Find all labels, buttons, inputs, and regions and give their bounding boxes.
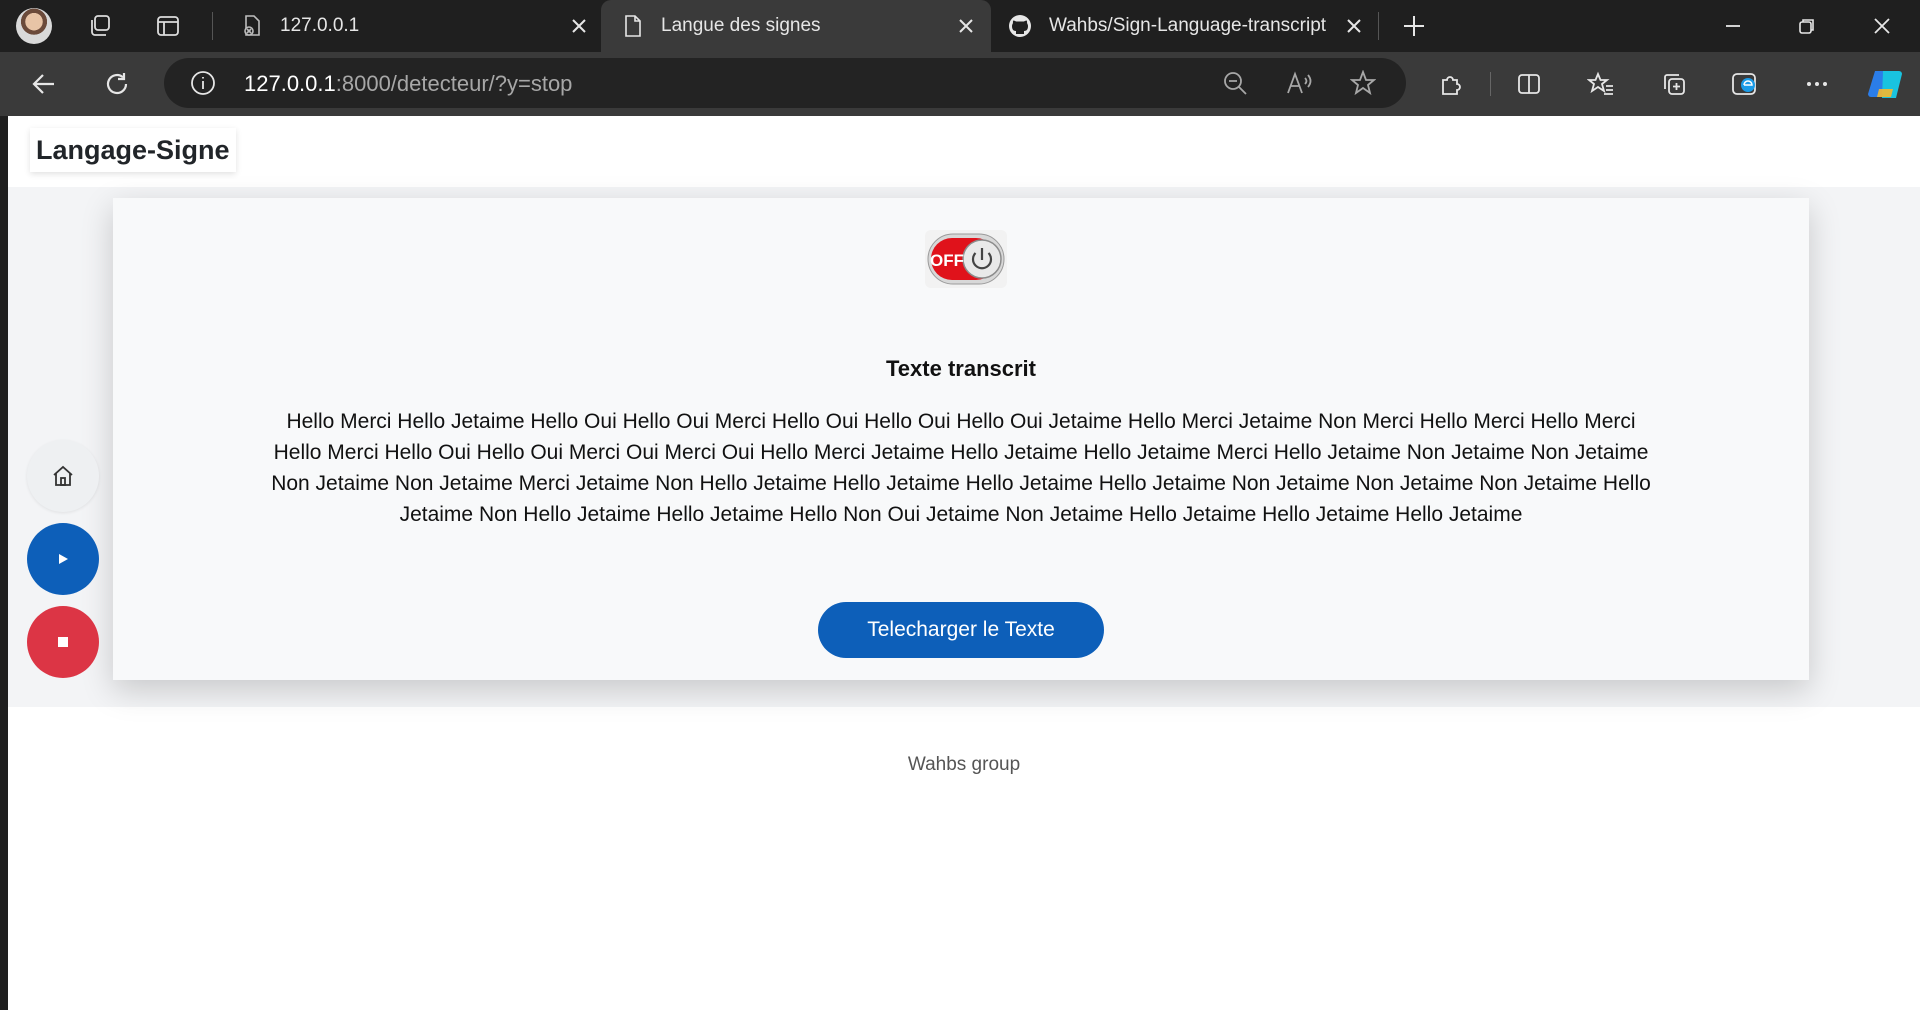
power-switch-off-icon[interactable]: OFF	[925, 230, 1007, 288]
navbar-brand[interactable]: Langage-Signe	[30, 128, 236, 172]
url-path: :8000/detecteur/?y=stop	[335, 71, 573, 96]
url-text[interactable]: 127.0.0.1:8000/detecteur/?y=stop	[244, 71, 572, 97]
tab-localhost[interactable]: 127.0.0.1	[220, 0, 600, 52]
refresh-icon[interactable]	[99, 66, 135, 102]
collections-icon[interactable]	[1656, 66, 1692, 102]
read-aloud-icon[interactable]	[1286, 70, 1314, 101]
transcript-text: Hello Merci Hello Jetaime Hello Oui Hell…	[271, 410, 1651, 526]
tab-github-repo[interactable]: Wahbs/Sign-Language-transcript	[992, 0, 1372, 52]
home-icon	[53, 465, 73, 486]
tab-divider	[212, 12, 213, 40]
url-host: 127.0.0.1	[244, 71, 336, 96]
site-info-icon[interactable]	[190, 70, 216, 101]
page-viewport: Langage-Signe OFF Texte transcrit Hello …	[8, 116, 1920, 1010]
copilot-icon[interactable]	[1866, 66, 1906, 102]
tab-title: 127.0.0.1	[280, 15, 360, 36]
tab-divider	[1378, 12, 1379, 40]
tab-actions-icon[interactable]	[150, 8, 186, 44]
restore-icon[interactable]	[1789, 8, 1825, 44]
split-screen-icon[interactable]	[1511, 66, 1547, 102]
minimize-icon[interactable]	[1715, 8, 1751, 44]
blocked-page-icon	[240, 14, 264, 38]
transcript-title: Texte transcrit	[886, 356, 1036, 381]
address-bar[interactable]: 127.0.0.1:8000/detecteur/?y=stop	[164, 58, 1406, 108]
browser-toolbar: 127.0.0.1:8000/detecteur/?y=stop	[0, 52, 1920, 116]
start-detection-button[interactable]	[27, 523, 99, 595]
browser-essentials-icon[interactable]	[1727, 66, 1763, 102]
back-icon[interactable]	[26, 66, 62, 102]
zoom-out-icon[interactable]	[1222, 70, 1248, 101]
stop-icon	[58, 637, 68, 647]
footer-text: Wahbs group	[907, 754, 1021, 775]
tab-title: Langue des signes	[661, 15, 821, 36]
page-icon	[621, 14, 645, 38]
extensions-icon[interactable]	[1433, 66, 1469, 102]
favorite-star-icon[interactable]	[1349, 69, 1377, 101]
close-tab-icon[interactable]	[954, 14, 978, 38]
toolbar-divider	[1490, 72, 1491, 96]
profile-avatar[interactable]	[16, 8, 52, 44]
tab-langue-des-signes[interactable]: Langue des signes	[601, 0, 991, 52]
workspaces-icon[interactable]	[82, 8, 118, 44]
svg-text:OFF: OFF	[930, 251, 964, 270]
browser-tab-strip: 127.0.0.1 Langue des signes Wahbs/Sign-L…	[0, 0, 1920, 52]
settings-more-icon[interactable]	[1799, 66, 1835, 102]
stop-detection-button[interactable]	[27, 606, 99, 678]
transcript-card: OFF Texte transcrit Hello Merci Hello Je…	[113, 198, 1809, 680]
favorites-icon[interactable]	[1583, 66, 1619, 102]
close-tab-icon[interactable]	[1342, 14, 1366, 38]
tab-title: Wahbs/Sign-Language-transcript	[1049, 15, 1327, 36]
download-text-button[interactable]: Telecharger le Texte	[818, 602, 1104, 658]
new-tab-icon[interactable]	[1396, 8, 1432, 44]
play-icon	[59, 554, 68, 564]
home-button[interactable]	[27, 440, 99, 512]
close-tab-icon[interactable]	[567, 14, 591, 38]
github-icon	[1008, 14, 1032, 38]
close-window-icon[interactable]	[1864, 8, 1900, 44]
